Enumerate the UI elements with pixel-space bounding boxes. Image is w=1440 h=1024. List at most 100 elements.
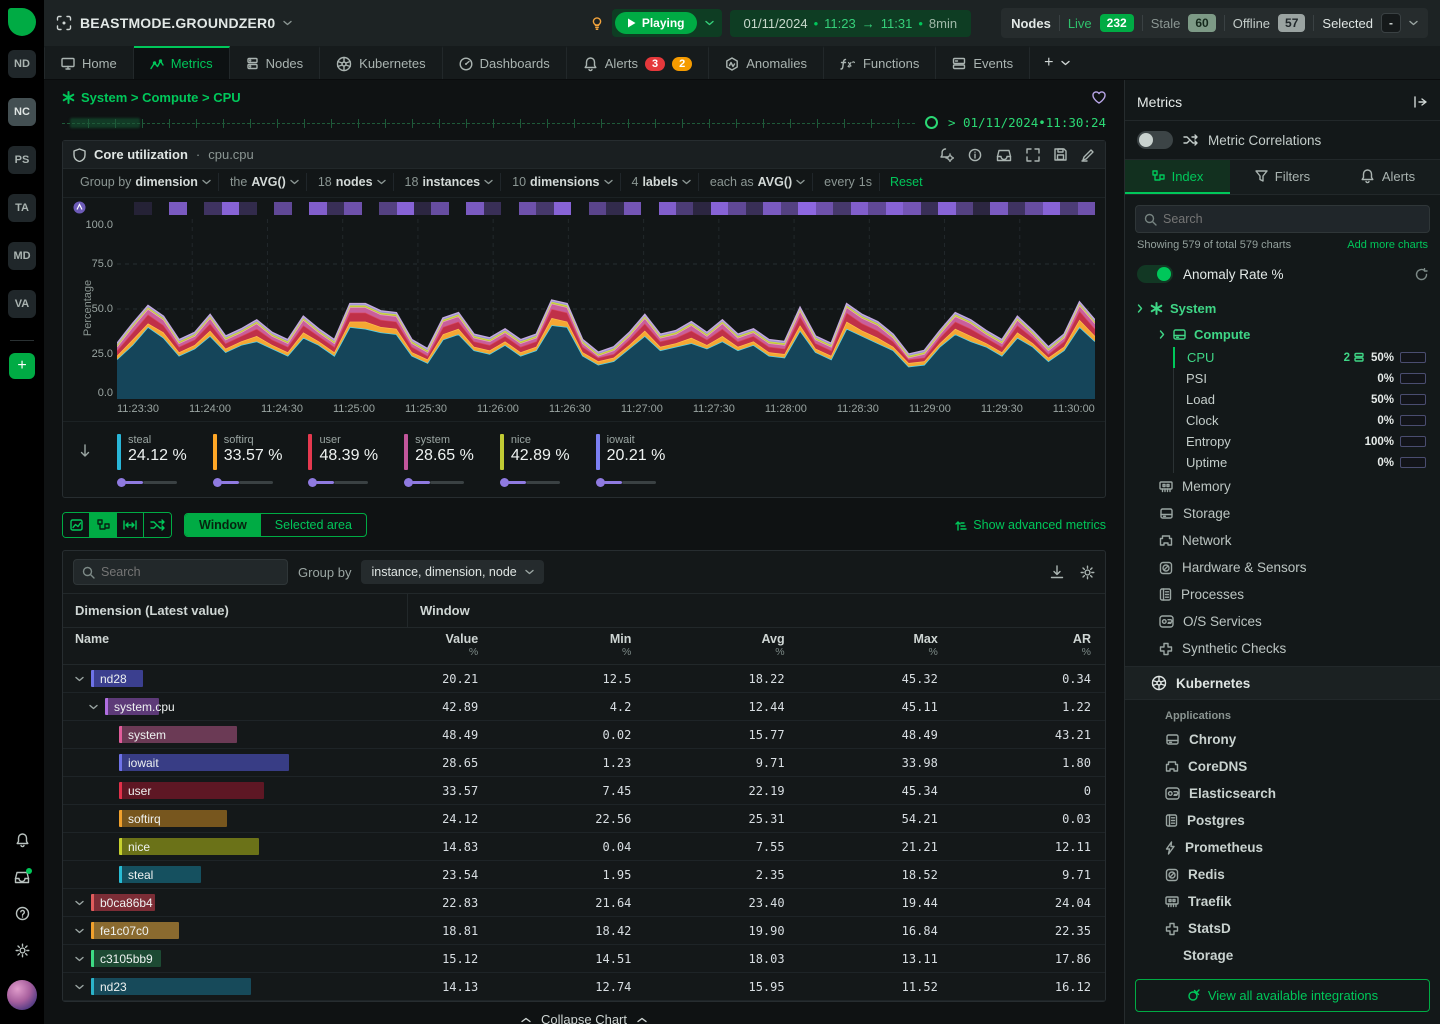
legend-chip-user[interactable]: user48.39 %: [308, 434, 378, 487]
group-by-select[interactable]: instance, dimension, node: [361, 560, 543, 584]
collapse-chart-button[interactable]: Collapse Chart: [44, 1002, 1124, 1024]
sidebar-item-memory[interactable]: Memory: [1125, 473, 1440, 500]
tab-nodes[interactable]: Nodes: [230, 46, 321, 79]
favorite-heart-icon[interactable]: [1092, 91, 1106, 104]
tree-leaf-load[interactable]: Load50%: [1174, 389, 1440, 410]
filter-dimensions[interactable]: 10 dimensions: [505, 173, 620, 191]
legend-scroll-down-icon[interactable]: [79, 444, 91, 458]
column-header-avg[interactable]: Avg%: [631, 632, 784, 658]
sidebar-search[interactable]: [1135, 205, 1430, 233]
date-range-picker[interactable]: 01/11/2024• 11:23 → 11:31 • 8min: [730, 10, 972, 37]
tree-node-compute[interactable]: Compute: [1125, 322, 1440, 347]
table-row-system-cpu[interactable]: system.cpu42.894.212.4445.111.22: [63, 693, 1105, 721]
row-expand-chevron-icon[interactable]: [75, 928, 85, 934]
filter-dimension[interactable]: Group by dimension: [73, 173, 219, 191]
live-nodes-badge[interactable]: 232: [1100, 14, 1134, 32]
sidebar-tab-index[interactable]: Index: [1125, 160, 1230, 194]
table-row-b0ca86b4[interactable]: b0ca86b422.8321.6423.4019.4424.04: [63, 889, 1105, 917]
correlate-button[interactable]: [144, 513, 171, 537]
tab-home[interactable]: Home: [44, 46, 134, 79]
tab-events[interactable]: Events: [936, 46, 1030, 79]
column-header-ar[interactable]: AR%: [938, 632, 1091, 658]
anomaly-slider[interactable]: [308, 478, 378, 487]
sidebar-item-o-s-services[interactable]: O/S Services: [1125, 608, 1440, 635]
filter-1s[interactable]: every 1s: [817, 173, 880, 191]
row-expand-chevron-icon[interactable]: [89, 704, 99, 710]
sidebar-item-redis[interactable]: Redis: [1125, 861, 1440, 888]
chevron-down-icon[interactable]: [283, 20, 292, 26]
image-view-button[interactable]: [63, 513, 90, 537]
row-expand-chevron-icon[interactable]: [75, 956, 85, 962]
stacked-area-chart[interactable]: [117, 219, 1095, 399]
sidebar-item-coredns[interactable]: CoreDNS: [1125, 753, 1440, 780]
sidebar-search-input[interactable]: [1163, 212, 1421, 226]
column-header-max[interactable]: Max%: [785, 632, 938, 658]
legend-chip-nice[interactable]: nice42.89 %: [500, 434, 570, 487]
column-header-value[interactable]: Value%: [325, 632, 478, 658]
scrubber-handle[interactable]: [925, 116, 938, 129]
table-row-c3105bb9[interactable]: c3105bb915.1214.5118.0313.1117.86: [63, 945, 1105, 973]
timeline-scrubber[interactable]: > 01/11/2024•11:30:24: [44, 109, 1124, 138]
alert-settings-icon[interactable]: [939, 147, 954, 162]
legend-chip-softirq[interactable]: softirq33.57 %: [213, 434, 283, 487]
show-advanced-metrics-link[interactable]: Show advanced metrics: [955, 518, 1106, 532]
add-more-charts-link[interactable]: Add more charts: [1347, 239, 1428, 251]
workspace-nd[interactable]: ND: [8, 50, 36, 78]
workspace-nc[interactable]: NC: [8, 98, 36, 126]
filter-labels[interactable]: 4 labels: [625, 173, 699, 191]
add-tab-button[interactable]: +: [1030, 46, 1084, 79]
sidebar-tab-alerts[interactable]: Alerts: [1335, 160, 1440, 194]
reset-icon[interactable]: [1415, 268, 1428, 281]
tree-leaf-clock[interactable]: Clock0%: [1174, 410, 1440, 431]
annotate-icon[interactable]: [1081, 147, 1095, 162]
anomaly-slider[interactable]: [596, 478, 666, 487]
export-menu-icon[interactable]: [996, 147, 1012, 162]
table-search[interactable]: [73, 559, 288, 585]
selected-area-option[interactable]: Selected area: [261, 514, 366, 536]
table-row-iowait[interactable]: iowait28.651.239.7133.981.80: [63, 749, 1105, 777]
anomaly-slider[interactable]: [404, 478, 474, 487]
fullscreen-icon[interactable]: [1026, 147, 1040, 162]
view-integrations-button[interactable]: View all available integrations: [1135, 979, 1430, 1012]
download-icon[interactable]: [1050, 565, 1064, 580]
sidebar-item-chrony[interactable]: Chrony: [1125, 726, 1440, 753]
filter-avg[interactable]: the AVG(): [223, 173, 307, 191]
workspace-ta[interactable]: TA: [8, 194, 36, 222]
save-icon[interactable]: [1054, 147, 1067, 162]
tree-leaf-cpu[interactable]: CPU250%: [1173, 347, 1440, 368]
sidebar-item-postgres[interactable]: Postgres: [1125, 807, 1440, 834]
info-icon[interactable]: [968, 147, 982, 162]
play-menu-chevron-icon[interactable]: [705, 20, 714, 26]
sidebar-tab-filters[interactable]: Filters: [1230, 160, 1335, 194]
filter-instances[interactable]: 18 instances: [398, 173, 502, 191]
tab-anomalies[interactable]: Anomalies: [709, 46, 824, 79]
sidebar-item-elasticsearch[interactable]: Elasticsearch: [1125, 780, 1440, 807]
filter-nodes[interactable]: 18 nodes: [311, 173, 394, 191]
table-row-fe1c07c0[interactable]: fe1c07c018.8118.4219.9016.8422.35: [63, 917, 1105, 945]
workspace-ps[interactable]: PS: [8, 146, 36, 174]
filter-avg[interactable]: each as AVG(): [703, 173, 813, 191]
breadcrumb[interactable]: System > Compute > CPU: [81, 90, 241, 105]
table-row-user[interactable]: user33.577.4522.1945.340: [63, 777, 1105, 805]
workspace-va[interactable]: VA: [8, 290, 36, 318]
table-search-input[interactable]: [101, 565, 279, 579]
table-row-nice[interactable]: nice14.830.047.5521.2112.11: [63, 833, 1105, 861]
tab-functions[interactable]: Functions: [824, 46, 936, 79]
anomaly-rate-toggle[interactable]: [1137, 265, 1173, 283]
tree-node-system[interactable]: System: [1125, 295, 1440, 322]
stale-nodes-badge[interactable]: 60: [1188, 14, 1215, 32]
inbox-icon[interactable]: [14, 870, 30, 884]
settings-icon[interactable]: [15, 943, 30, 958]
table-settings-icon[interactable]: [1080, 565, 1095, 580]
window-option[interactable]: Window: [185, 514, 261, 536]
night-mode-icon[interactable]: [590, 16, 604, 31]
tree-leaf-entropy[interactable]: Entropy100%: [1174, 431, 1440, 452]
column-header-name[interactable]: Name: [75, 632, 325, 658]
offline-nodes-badge[interactable]: 57: [1278, 14, 1305, 32]
sidebar-item-prometheus[interactable]: Prometheus: [1125, 834, 1440, 861]
sidebar-item-kubernetes[interactable]: Kubernetes: [1125, 666, 1440, 700]
tab-dashboards[interactable]: Dashboards: [443, 46, 567, 79]
sidebar-item-traefik[interactable]: Traefik: [1125, 888, 1440, 915]
sidebar-item-network[interactable]: Network: [1125, 527, 1440, 554]
selected-nodes-badge[interactable]: -: [1381, 13, 1401, 33]
